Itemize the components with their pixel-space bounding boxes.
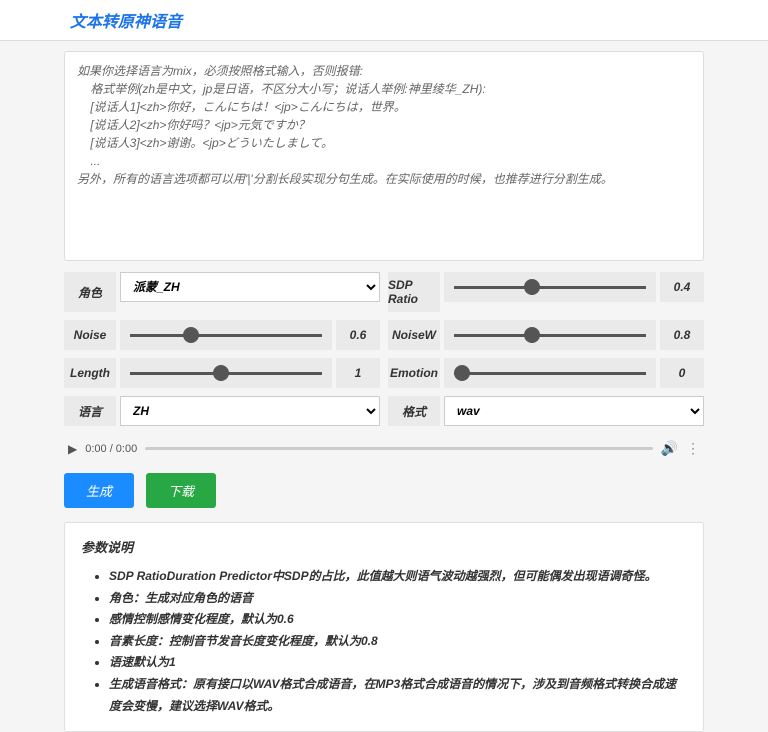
audio-time: 0:00 / 0:00 (85, 443, 137, 455)
list-item: SDP RatioDuration Predictor中SDP的占比，此值越大则… (109, 566, 687, 588)
divider (0, 40, 768, 41)
noise-value: 0.6 (336, 320, 380, 350)
list-item: 音素长度：控制音节发音长度变化程度，默认为0.8 (109, 631, 687, 653)
noise-label: Noise (64, 320, 116, 350)
notes-title: 参数说明 (81, 537, 687, 556)
play-icon[interactable]: ▶ (68, 442, 77, 456)
length-label: Length (64, 358, 116, 388)
emotion-slider[interactable] (454, 372, 646, 375)
sdp-slider[interactable] (454, 286, 646, 289)
generate-button[interactable]: 生成 (64, 473, 134, 508)
length-slider[interactable] (130, 372, 322, 375)
lang-label: 语言 (64, 396, 116, 426)
list-item: 语速默认为1 (109, 652, 687, 674)
text-input[interactable] (64, 51, 704, 261)
list-item: 感情控制感情变化程度，默认为0.6 (109, 609, 687, 631)
noisew-label: NoiseW (388, 320, 440, 350)
page-title: 文本转原神语音 (0, 0, 768, 40)
noise-slider[interactable] (130, 334, 322, 337)
format-label: 格式 (388, 396, 440, 426)
list-item: 角色：生成对应角色的语音 (109, 588, 687, 610)
sdp-value: 0.4 (660, 272, 704, 302)
role-select[interactable]: 派蒙_ZH (120, 272, 380, 302)
sdp-label: SDP Ratio (388, 272, 440, 312)
volume-icon[interactable]: 🔊 (661, 440, 678, 457)
menu-icon[interactable]: ⋮ (686, 440, 700, 457)
emotion-value: 0 (660, 358, 704, 388)
audio-track[interactable] (145, 447, 652, 450)
noisew-slider[interactable] (454, 334, 646, 337)
noisew-value: 0.8 (660, 320, 704, 350)
length-value: 1 (336, 358, 380, 388)
emotion-label: Emotion (388, 358, 440, 388)
main-container: 角色 派蒙_ZH SDP Ratio 0.4 Noise 0.6 NoiseW … (64, 51, 704, 732)
format-select[interactable]: wav (444, 396, 704, 426)
notes-list: SDP RatioDuration Predictor中SDP的占比，此值越大则… (109, 566, 687, 717)
notes-panel: 参数说明 SDP RatioDuration Predictor中SDP的占比，… (64, 522, 704, 732)
download-button[interactable]: 下载 (146, 473, 216, 508)
list-item: 生成语音格式：原有接口以WAV格式合成语音，在MP3格式合成语音的情况下，涉及到… (109, 674, 687, 717)
role-label: 角色 (64, 272, 116, 312)
lang-select[interactable]: ZH (120, 396, 380, 426)
audio-player: ▶ 0:00 / 0:00 🔊 ⋮ (64, 440, 704, 457)
